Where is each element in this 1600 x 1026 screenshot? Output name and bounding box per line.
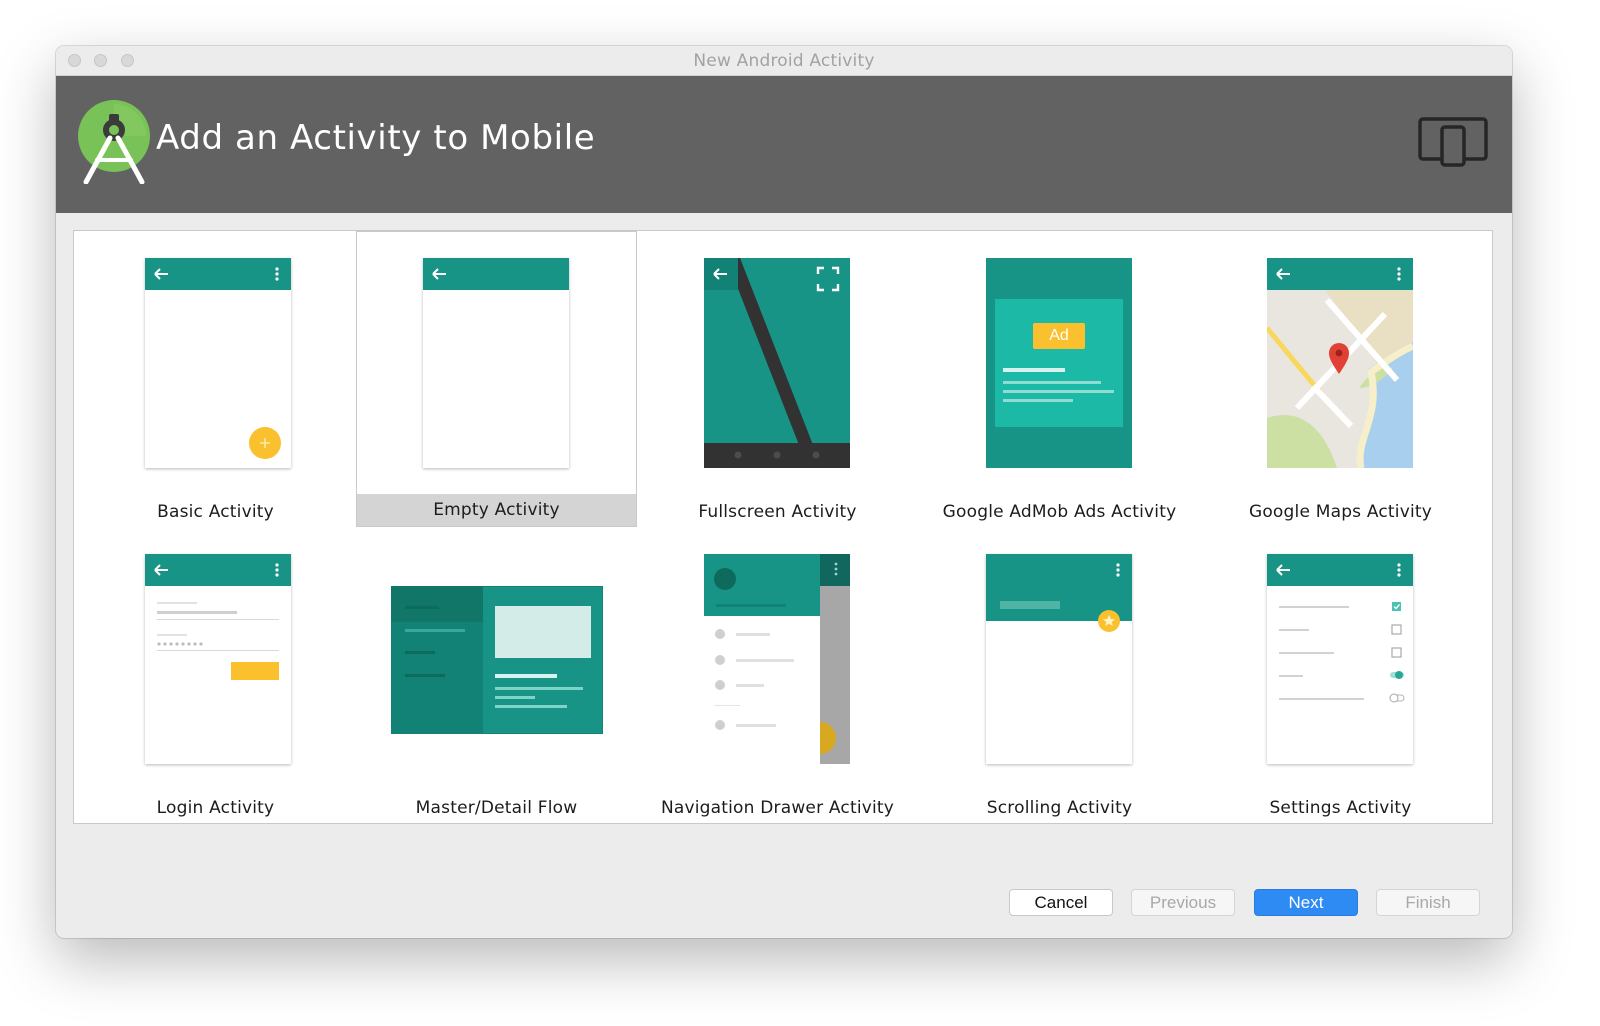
template-scrolling-activity[interactable]: Scrolling Activity <box>919 528 1200 824</box>
back-arrow-icon <box>432 268 446 280</box>
finish-button[interactable]: Finish <box>1376 889 1480 916</box>
template-admob-activity[interactable]: Ad Google AdMob Ads Activity <box>919 232 1200 528</box>
login-activity-thumbnail <box>75 528 356 788</box>
template-master-detail-flow[interactable]: Master/Detail Flow <box>356 528 637 824</box>
scrolling-activity-thumbnail <box>919 528 1200 788</box>
ad-badge: Ad <box>1049 327 1069 344</box>
template-label: Master/Detail Flow <box>415 798 578 818</box>
admob-activity-thumbnail: Ad <box>919 232 1200 492</box>
fullscreen-activity-thumbnail <box>637 232 918 492</box>
empty-activity-thumbnail <box>357 232 636 492</box>
cancel-button[interactable]: Cancel <box>1009 889 1113 916</box>
page-title: Add an Activity to Mobile <box>156 118 596 158</box>
window-title: New Android Activity <box>693 51 875 71</box>
template-label: Fullscreen Activity <box>698 502 857 522</box>
template-settings-activity[interactable]: Settings Activity <box>1200 528 1481 824</box>
template-label: Basic Activity <box>157 502 274 522</box>
basic-activity-thumbnail <box>75 232 356 492</box>
template-label: Google AdMob Ads Activity <box>942 502 1177 522</box>
template-label: Empty Activity <box>357 494 636 526</box>
template-label: Login Activity <box>156 798 275 818</box>
android-studio-logo-icon <box>78 100 150 184</box>
next-button[interactable]: Next <box>1254 889 1358 916</box>
previous-button[interactable]: Previous <box>1131 889 1235 916</box>
maps-activity-thumbnail <box>1200 232 1481 492</box>
template-label: Navigation Drawer Activity <box>660 798 895 818</box>
template-fullscreen-activity[interactable]: Fullscreen Activity <box>637 232 918 528</box>
phone-tablet-device-icon <box>1418 117 1488 167</box>
dialog-window: New Android Activity Add an Activity to … <box>56 46 1512 938</box>
title-bar: New Android Activity <box>56 46 1512 76</box>
template-login-activity[interactable]: Login Activity <box>75 528 356 824</box>
settings-activity-thumbnail <box>1200 528 1481 788</box>
template-basic-activity[interactable]: Basic Activity <box>75 232 356 528</box>
activity-template-gallery: Basic Activity Empty Activity Fullscreen… <box>73 230 1493 824</box>
template-maps-activity[interactable]: Google Maps Activity <box>1200 232 1481 528</box>
template-navigation-drawer-activity[interactable]: Navigation Drawer Activity <box>637 528 918 824</box>
back-arrow-icon <box>154 267 279 281</box>
fab-plus-icon <box>249 427 281 459</box>
template-label: Google Maps Activity <box>1248 502 1433 522</box>
template-empty-activity[interactable]: Empty Activity <box>356 231 637 527</box>
template-label: Scrolling Activity <box>986 798 1133 818</box>
navigation-drawer-thumbnail <box>637 528 918 788</box>
master-detail-thumbnail <box>356 528 637 788</box>
template-label: Settings Activity <box>1269 798 1412 818</box>
wizard-header: Add an Activity to Mobile <box>56 76 1512 213</box>
